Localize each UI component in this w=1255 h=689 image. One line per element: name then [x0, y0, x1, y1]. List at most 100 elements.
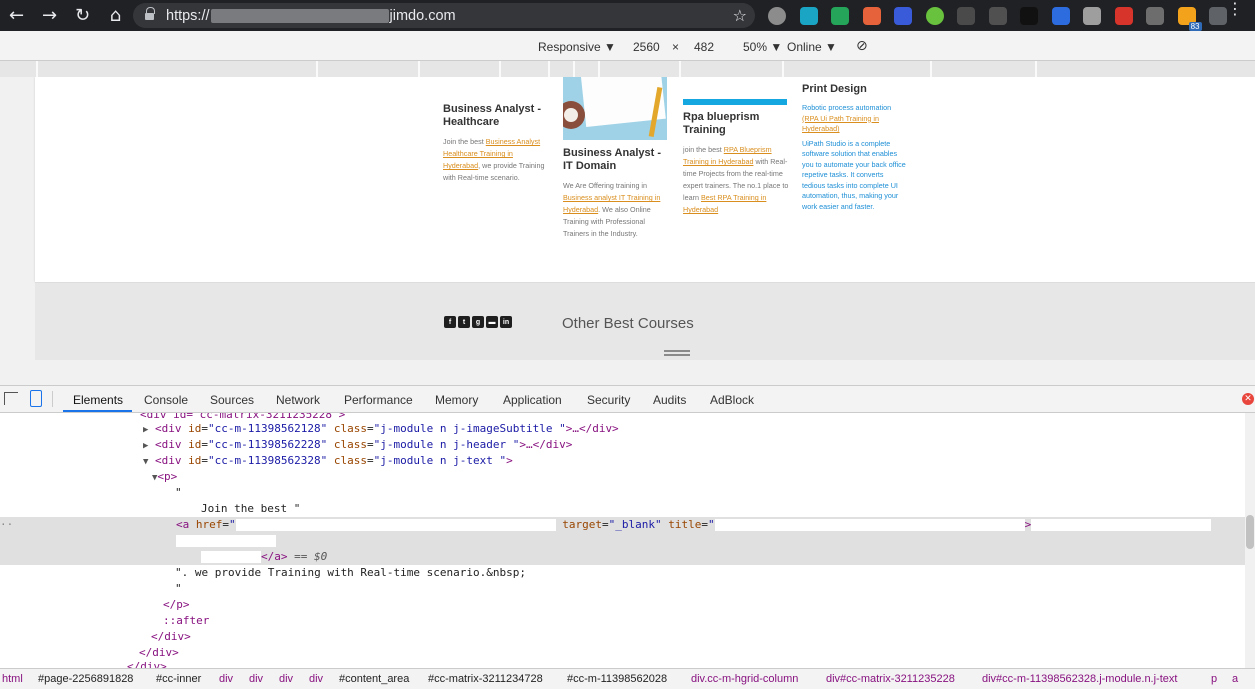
ext-gear-icon[interactable]: [1146, 6, 1164, 25]
course-card-it-domain: Business Analyst - IT Domain We Are Offe…: [563, 147, 669, 240]
code-text: ": [175, 486, 182, 499]
tree-line[interactable]: ". we provide Training with Real-time sc…: [175, 565, 526, 581]
tree-line[interactable]: </div>: [151, 629, 191, 645]
ext-red-icon[interactable]: [1114, 6, 1133, 25]
breadcrumb-item[interactable]: div.cc-m-hgrid-column: [691, 673, 798, 685]
responsive-dropdown[interactable]: Responsive ▼: [538, 40, 616, 54]
course-image[interactable]: [563, 77, 667, 140]
bookmark-star-icon[interactable]: ☆: [733, 6, 747, 25]
ext-m-icon[interactable]: [957, 6, 975, 25]
ext-orange-icon[interactable]: 83: [1177, 6, 1202, 31]
ext-dark-icon[interactable]: [1020, 6, 1038, 25]
tree-line[interactable]: </div>: [127, 659, 167, 668]
divider: [52, 391, 53, 407]
tab-audits[interactable]: Audits: [653, 393, 686, 407]
tab-memory[interactable]: Memory: [435, 393, 478, 407]
tab-elements[interactable]: Elements: [73, 393, 123, 407]
breadcrumb-item[interactable]: #cc-inner: [156, 673, 201, 685]
linkedin-icon[interactable]: in: [500, 316, 512, 328]
collapse-triangle-icon[interactable]: ▼: [143, 457, 148, 467]
tab-security[interactable]: Security: [587, 393, 630, 407]
tree-line[interactable]: ▼<p>: [152, 469, 177, 485]
resize-handle-icon[interactable]: [664, 350, 690, 358]
course-description: join the best RPA Blueprism Training in …: [683, 144, 791, 216]
tree-line[interactable]: ::after: [163, 613, 209, 629]
device-toggle-icon[interactable]: [30, 390, 42, 407]
breadcrumb-item[interactable]: div: [219, 673, 233, 685]
expand-triangle-icon[interactable]: ▶: [143, 441, 148, 451]
menu-dots-icon[interactable]: ⋮: [1227, 1, 1243, 17]
error-icon[interactable]: ✕: [1242, 393, 1254, 405]
tree-line[interactable]: Join the best ": [201, 501, 300, 517]
tree-line[interactable]: ▶ <div id="cc-m-11398562128" class="j-mo…: [143, 421, 619, 437]
expand-triangle-icon[interactable]: ▶: [143, 425, 148, 435]
google-icon[interactable]: g: [472, 316, 484, 328]
course-description: We Are Offering training in Business ana…: [563, 180, 669, 240]
ext-blue-icon[interactable]: [894, 6, 912, 25]
ext-at-icon[interactable]: [1051, 6, 1070, 25]
twitter-icon[interactable]: t: [458, 316, 470, 328]
tree-line[interactable]: ▶ <div id="cc-m-11398562228" class="j-mo…: [143, 437, 572, 453]
tab-application[interactable]: Application: [503, 393, 562, 407]
tree-line-selected[interactable]: <a href=" target="_blank" title=" >: [176, 517, 1212, 533]
ext-green-icon[interactable]: [831, 6, 849, 25]
tab-network[interactable]: Network: [276, 393, 320, 407]
breadcrumb-item[interactable]: div: [249, 673, 263, 685]
breadcrumb-item[interactable]: div#cc-matrix-3211235228: [826, 673, 955, 685]
tab-console[interactable]: Console: [144, 393, 188, 407]
ext-teal-icon[interactable]: [799, 6, 818, 25]
active-tab-indicator: [63, 410, 132, 412]
course-image-strip[interactable]: [683, 99, 787, 105]
course-card-healthcare: Business Analyst - Healthcare Join the b…: [443, 103, 551, 184]
code-text: </div>: [127, 660, 167, 668]
lock-icon: [145, 6, 155, 21]
home-icon[interactable]: ⌂: [99, 0, 132, 31]
course-link[interactable]: (RPA Ui Path Training in Hyderabad): [802, 114, 879, 134]
media-query-ruler[interactable]: [0, 61, 1255, 77]
address-bar[interactable]: https:// jimdo.com ☆: [133, 3, 755, 28]
breadcrumb-item[interactable]: p: [1211, 673, 1217, 685]
breadcrumb-item[interactable]: a: [1232, 673, 1238, 685]
breadcrumb-item[interactable]: div: [309, 673, 323, 685]
ext-y-icon[interactable]: [1209, 6, 1227, 25]
code-text: </div>: [139, 646, 179, 659]
redacted-text: [176, 535, 276, 547]
tab-performance[interactable]: Performance: [344, 393, 413, 407]
breadcrumb-item[interactable]: #cc-m-11398562028: [567, 673, 667, 685]
inspect-element-icon[interactable]: [4, 392, 18, 405]
height-input[interactable]: 482: [694, 40, 714, 54]
breadcrumb-item[interactable]: div: [279, 673, 293, 685]
ext-grey-icon[interactable]: [768, 6, 786, 25]
code-text: "j-module n j-header ": [373, 438, 520, 451]
reload-icon[interactable]: ↻: [66, 0, 99, 31]
tree-line[interactable]: </p>: [163, 597, 190, 613]
tree-line[interactable]: ": [175, 485, 182, 501]
breadcrumb-item[interactable]: html: [2, 673, 23, 685]
course-card-print-design: Print Design Robotic process automation …: [802, 83, 906, 237]
breadcrumb-item[interactable]: #page-2256891828: [38, 673, 133, 685]
width-input[interactable]: 2560: [633, 40, 660, 54]
ext-sq-icon[interactable]: [862, 6, 881, 25]
tab-sources[interactable]: Sources: [210, 393, 254, 407]
tree-line[interactable]: ▼ <div id="cc-m-11398562328" class="j-mo…: [143, 453, 513, 469]
breadcrumb-item[interactable]: div#cc-m-11398562328.j-module.n.j-text: [982, 673, 1177, 685]
rotate-icon[interactable]: ⊘: [856, 38, 868, 54]
tree-line-selected[interactable]: [176, 533, 276, 549]
back-icon[interactable]: ←: [0, 0, 33, 31]
ext-lime-icon[interactable]: [925, 6, 944, 25]
network-dropdown[interactable]: Online ▼: [787, 40, 837, 54]
youtube-icon[interactable]: ▬: [486, 316, 498, 328]
tree-line-selected[interactable]: </a> == $0: [201, 549, 327, 565]
breadcrumb-item[interactable]: #cc-matrix-3211234728: [428, 673, 543, 685]
scrollbar-thumb[interactable]: [1246, 515, 1254, 549]
ext-spy-icon[interactable]: [988, 6, 1007, 25]
zoom-dropdown[interactable]: 50% ▼: [743, 40, 782, 54]
elements-tree[interactable]: <div id="cc-matrix-3211235228"> ▶ <div i…: [0, 413, 1255, 668]
breadcrumb-item[interactable]: #content_area: [339, 673, 409, 685]
ext-img-icon[interactable]: [1083, 6, 1101, 25]
tree-line[interactable]: ": [175, 581, 182, 597]
elements-scrollbar[interactable]: [1245, 413, 1255, 668]
forward-icon[interactable]: →: [33, 0, 66, 31]
tab-adblock[interactable]: AdBlock: [710, 393, 754, 407]
facebook-icon[interactable]: f: [444, 316, 456, 328]
